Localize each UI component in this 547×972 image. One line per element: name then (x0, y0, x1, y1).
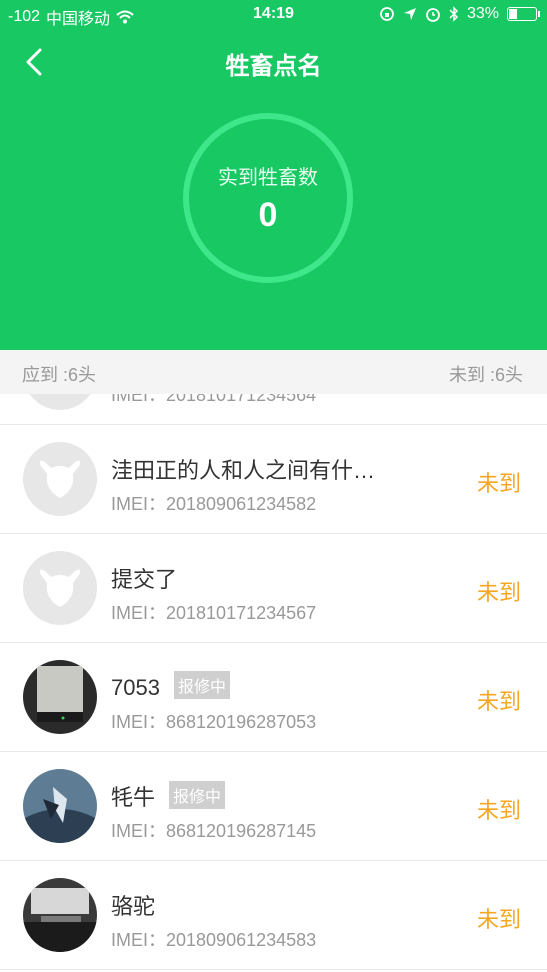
attendance-count: 0 (258, 196, 278, 234)
imei-text: IMEI：201810171234564 (111, 394, 317, 405)
attendance-ring: 实到牲畜数 0 (183, 113, 353, 283)
avatar (23, 660, 97, 734)
livestock-name-text: 牦牛 (111, 785, 156, 810)
battery-icon (507, 7, 540, 21)
imei-text: IMEI：201809061234583 (111, 930, 317, 950)
expected-count: 应到 :6头 (22, 365, 97, 385)
avatar (23, 394, 97, 410)
rotation-lock-icon (380, 7, 394, 21)
absent-status: 未到 (476, 689, 521, 714)
list-item[interactable]: 牦牛 报修中 IMEI：868120196287145 未到 (0, 752, 547, 861)
summary-bar: 应到 :6头 未到 :6头 (0, 350, 547, 394)
list-item[interactable]: 提交了 IMEI：201810171234567 未到 (0, 534, 547, 643)
header: -102 中国移动 14:19 33% 牲畜点名 实到牲畜数 0 (0, 0, 547, 350)
avatar (23, 769, 97, 843)
livestock-list[interactable]: IMEI：201810171234564 洼田正的人和人之间有什… IMEI：2… (0, 394, 547, 972)
imei-text: IMEI：868120196287053 (111, 712, 317, 732)
list-item[interactable]: 7053 报修中 IMEI：868120196287053 未到 (0, 643, 547, 752)
livestock-name-text: 7053 (111, 675, 160, 700)
avatar (23, 442, 97, 516)
livestock-name: 洼田正的人和人之间有什… (111, 453, 375, 485)
location-icon (403, 8, 416, 20)
livestock-name-text: 洼田正的人和人之间有什… (111, 458, 376, 483)
list-item[interactable]: 骆驼 IMEI：201809061234583 未到 (0, 861, 547, 970)
attendance-label: 实到牲畜数 (218, 167, 318, 189)
cow-icon (23, 394, 97, 410)
repair-badge: 报修中 (173, 671, 230, 699)
status-bar: -102 中国移动 14:19 33% (0, 0, 547, 30)
cow-icon (39, 460, 81, 498)
absent-status: 未到 (476, 907, 521, 932)
absent-status: 未到 (476, 580, 521, 605)
livestock-name: 牦牛 报修中 (111, 780, 226, 812)
imei-text: IMEI：201809061234582 (111, 494, 317, 514)
cow-icon (39, 569, 81, 607)
avatar (23, 878, 97, 952)
battery-percent: 33% (466, 5, 499, 22)
livestock-name: 7053 报修中 (111, 671, 230, 701)
absent-status: 未到 (476, 798, 521, 823)
list-item[interactable]: 洼田正的人和人之间有什… IMEI：201809061234582 未到 (0, 425, 547, 534)
repair-badge: 报修中 (169, 781, 226, 809)
imei-text: IMEI：201810171234567 (111, 603, 317, 623)
absent-count: 未到 :6头 (448, 365, 523, 385)
avatar (23, 551, 97, 625)
livestock-name: 提交了 (111, 562, 177, 594)
page-title: 牲畜点名 (225, 53, 322, 80)
artwork-photo-icon (23, 769, 97, 843)
livestock-name: 骆驼 (111, 889, 155, 921)
nav-bar: 牲畜点名 (0, 40, 547, 84)
bluetooth-icon (449, 6, 459, 22)
imei-text: IMEI：868120196287145 (111, 821, 317, 841)
livestock-name-text: 提交了 (111, 567, 178, 592)
list-item-partial[interactable]: IMEI：201810171234564 (0, 394, 547, 425)
livestock-name-text: 骆驼 (111, 894, 156, 919)
alarm-icon (426, 8, 440, 22)
absent-status: 未到 (476, 471, 521, 496)
device-photo-icon (23, 660, 97, 734)
desk-photo-icon (23, 878, 97, 952)
